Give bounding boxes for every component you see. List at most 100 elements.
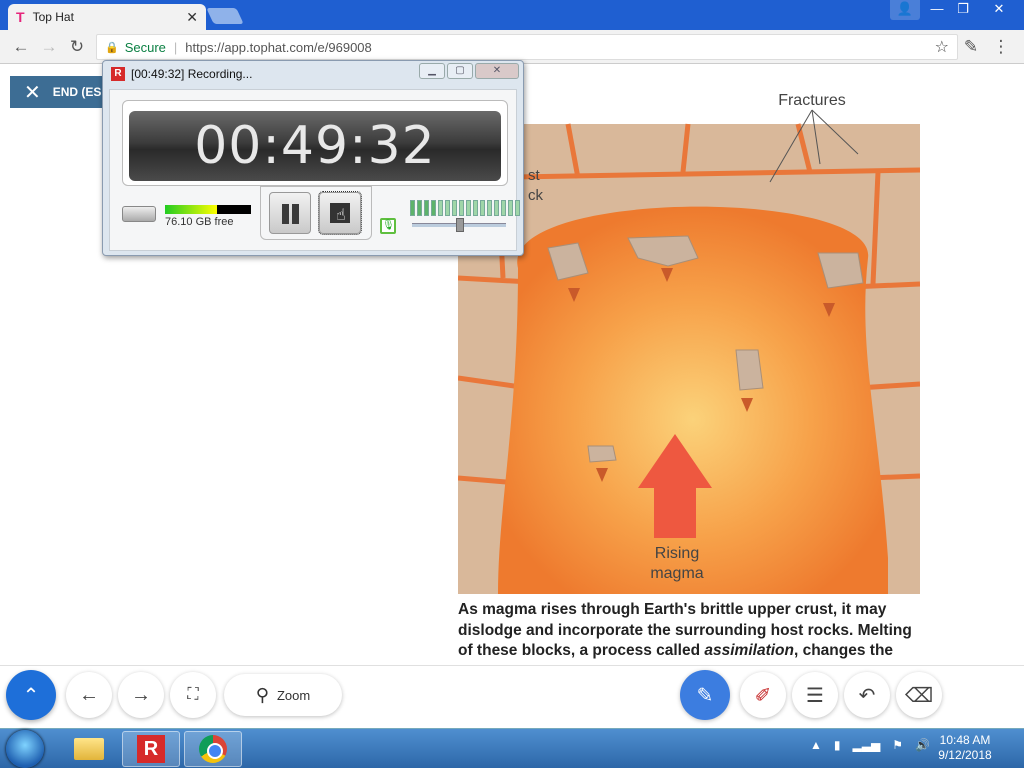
chevron-up-icon: ⌃ <box>22 684 40 707</box>
close-tab-icon[interactable]: ✕ <box>186 9 198 26</box>
magma-label: magma <box>650 565 703 582</box>
level-bar <box>452 200 457 216</box>
timer-frame: 00:49:32 <box>122 100 508 186</box>
audio-level-meter <box>410 200 520 216</box>
pen-icon: ✐ <box>754 684 772 707</box>
recorder-app-icon: R <box>111 67 125 81</box>
level-bar <box>515 200 520 216</box>
recorder-panel: 00:49:32 76.10 GB free ☝ 🎙 <box>109 89 520 251</box>
figure-caption: As magma rises through Earth's brittle u… <box>458 600 928 662</box>
end-button-label: END (ES <box>52 85 102 99</box>
magma-illustration: Rising magma Fractures st ck <box>458 92 920 594</box>
clock-date: 9/12/2018 <box>938 748 992 762</box>
address-input[interactable]: 🔒 Secure | https://app.tophat.com/e/9690… <box>96 34 958 60</box>
level-bar <box>508 200 513 216</box>
reload-icon[interactable]: ↻ <box>66 36 88 58</box>
fractures-label: Fractures <box>778 92 846 109</box>
start-button[interactable] <box>6 730 44 768</box>
tophat-icon: T <box>16 9 25 25</box>
url-text: https://app.tophat.com/e/969008 <box>185 39 372 55</box>
speaker-icon[interactable]: 🔊 <box>915 738 930 752</box>
close-window-icon[interactable]: ✕ <box>984 0 1014 20</box>
back-icon[interactable]: ← <box>10 36 32 58</box>
eraser-button[interactable]: ⌫ <box>896 672 942 718</box>
edit-extension-icon[interactable]: ✎ <box>960 36 982 58</box>
secure-label: Secure <box>124 39 166 55</box>
level-bar <box>410 200 415 216</box>
forward-icon[interactable]: → <box>38 36 60 58</box>
level-bar <box>487 200 492 216</box>
recorder-titlebar[interactable]: R [00:49:32] Recording... ▁ ▢ ✕ <box>103 61 523 87</box>
volume-slider-handle[interactable] <box>456 218 464 232</box>
recorder-close-icon[interactable]: ✕ <box>475 63 519 79</box>
stop-button[interactable]: ☝ <box>318 191 362 235</box>
host-rock-label-2: ck <box>528 187 544 204</box>
tab-title: Top Hat <box>32 10 74 24</box>
annotate-button[interactable]: ✎ <box>680 670 730 720</box>
battery-icon[interactable]: ▮ <box>834 738 841 752</box>
caption-part2: , changes the <box>793 642 894 659</box>
next-slide-button[interactable]: → <box>118 672 164 718</box>
level-bar <box>480 200 485 216</box>
disk-free-label: 76.10 GB free <box>165 216 234 228</box>
folder-icon <box>74 738 104 760</box>
menu-icon[interactable]: ⋮ <box>990 36 1012 58</box>
recording-timer: 00:49:32 <box>129 111 501 181</box>
fullscreen-button[interactable]: ⛶ <box>170 672 216 718</box>
line-width-button[interactable]: ☰ <box>792 672 838 718</box>
taskbar-chrome[interactable] <box>184 731 242 767</box>
arrow-right-icon: → <box>131 683 151 706</box>
host-rock-label-1: st <box>528 167 541 184</box>
restore-icon[interactable]: ❐ <box>948 0 978 20</box>
user-icon[interactable]: 👤 <box>890 0 920 20</box>
disk-icon <box>122 206 156 222</box>
flag-icon[interactable]: ⚑ <box>892 738 903 752</box>
recorder-minimize-icon[interactable]: ▁ <box>419 63 445 79</box>
pause-button[interactable] <box>269 192 311 234</box>
line-width-icon: ☰ <box>806 684 824 707</box>
level-bar <box>494 200 499 216</box>
system-tray: ▲ ▮ ▂▃▅ ⚑ 🔊 <box>810 738 930 752</box>
level-bar <box>445 200 450 216</box>
zoom-icon: ⚲ <box>255 684 269 705</box>
level-bar <box>459 200 464 216</box>
level-bar <box>466 200 471 216</box>
disk-space-meter <box>165 205 251 214</box>
level-bar <box>431 200 436 216</box>
lock-icon: 🔒 <box>105 41 119 54</box>
show-hidden-icons-icon[interactable]: ▲ <box>810 738 822 752</box>
level-bar <box>424 200 429 216</box>
microphone-icon[interactable]: 🎙 <box>380 218 396 234</box>
level-bar <box>417 200 422 216</box>
recorder-title: [00:49:32] Recording... <box>131 67 253 81</box>
previous-slide-button[interactable]: ← <box>66 672 112 718</box>
pen-color-button[interactable]: ✐ <box>740 672 786 718</box>
level-bar <box>473 200 478 216</box>
separator: | <box>173 39 178 55</box>
level-bar <box>438 200 443 216</box>
taskbar-explorer[interactable] <box>60 731 118 767</box>
star-icon[interactable]: ☆ <box>935 37 949 57</box>
expand-up-button[interactable]: ⌃ <box>6 670 56 720</box>
zoom-button[interactable]: ⚲ Zoom <box>224 674 342 716</box>
taskbar-recorder[interactable]: R <box>122 731 180 767</box>
recording-controls: ☝ <box>260 186 372 240</box>
chrome-icon <box>199 735 227 763</box>
pencil-icon: ✎ <box>696 684 714 707</box>
network-icon[interactable]: ▂▃▅ <box>853 738 881 752</box>
browser-tab[interactable]: T Top Hat ✕ <box>8 4 206 30</box>
hand-cursor-icon: ☝ <box>336 207 346 224</box>
disk-space-fill <box>165 205 217 214</box>
level-bar <box>501 200 506 216</box>
end-session-button[interactable]: ✕ END (ES <box>10 76 110 108</box>
fullscreen-icon: ⛶ <box>187 686 199 703</box>
recorder-maximize-icon[interactable]: ▢ <box>447 63 473 79</box>
clock-time: 10:48 AM <box>939 733 991 747</box>
recorder-window[interactable]: R [00:49:32] Recording... ▁ ▢ ✕ 00:49:32… <box>102 60 524 256</box>
rising-label: Rising <box>655 545 699 562</box>
taskbar-clock[interactable]: 10:48 AM 9/12/2018 <box>930 733 1000 763</box>
arrow-left-icon: ← <box>79 683 99 706</box>
caption-term: assimilation <box>704 642 794 659</box>
eraser-icon: ⌫ <box>904 684 934 707</box>
undo-button[interactable]: ↶ <box>844 672 890 718</box>
